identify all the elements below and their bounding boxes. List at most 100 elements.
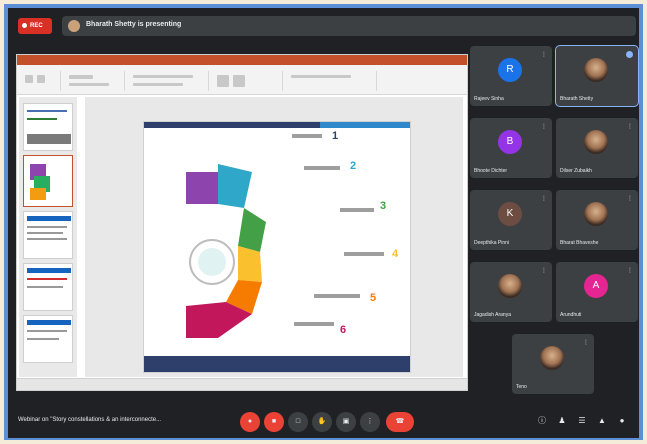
speaking-icon bbox=[626, 51, 633, 58]
paragraph-row bbox=[133, 83, 183, 86]
participant-name: Rajeev Sinha bbox=[474, 96, 504, 102]
slide-number-2: 2 bbox=[350, 160, 357, 172]
avatar: A bbox=[584, 274, 608, 298]
bottom-control-bar: Webinar on "Story constellations & an in… bbox=[8, 406, 639, 438]
raise-hand-button[interactable]: ✋ bbox=[312, 412, 332, 432]
avatar: B bbox=[498, 130, 522, 154]
participant-name: Arundhuti bbox=[560, 312, 582, 318]
cut-icon bbox=[37, 75, 45, 83]
avatar bbox=[584, 202, 608, 226]
ppt-title-bar bbox=[17, 55, 467, 65]
participant-tile[interactable]: A ⋮ Arundhuti bbox=[556, 262, 638, 322]
slide-text-block bbox=[294, 322, 334, 326]
people-icon[interactable]: ♟ bbox=[556, 415, 568, 427]
avatar bbox=[540, 346, 564, 370]
paste-icon bbox=[25, 75, 33, 83]
slide-number-1: 1 bbox=[332, 130, 339, 142]
slide-thumbnail-selected[interactable] bbox=[23, 155, 73, 207]
presenting-text: Bharath Shetty is presenting bbox=[86, 21, 182, 28]
slide-number-5: 5 bbox=[370, 292, 377, 304]
meet-window: REC Bharath Shetty is presenting 1 2 3 4… bbox=[8, 8, 639, 438]
ribbon-group bbox=[129, 71, 209, 91]
presenter-avatar bbox=[68, 20, 80, 32]
shared-screen[interactable]: 1 2 3 4 5 6 bbox=[16, 54, 468, 391]
avatar: R bbox=[498, 58, 522, 82]
mic-off-icon: ⋮ bbox=[627, 196, 633, 202]
ribbon-group bbox=[213, 71, 283, 91]
thumb-line bbox=[27, 320, 71, 325]
participant-name: Teno bbox=[516, 384, 527, 390]
slide-thumbnail[interactable] bbox=[23, 211, 73, 259]
thumb-line bbox=[27, 286, 63, 288]
presenting-banner[interactable]: Bharath Shetty is presenting bbox=[62, 16, 636, 36]
diagram-segments bbox=[186, 164, 266, 338]
thumb-line bbox=[27, 110, 67, 112]
participant-tile-active[interactable]: Bharath Shetty bbox=[555, 45, 639, 107]
recording-badge: REC bbox=[18, 18, 52, 34]
slide-number-3: 3 bbox=[380, 200, 387, 212]
captions-button[interactable]: □ bbox=[288, 412, 308, 432]
recording-dot-icon bbox=[22, 22, 27, 28]
activities-icon[interactable]: ▲ bbox=[596, 415, 608, 427]
thumb-line bbox=[27, 216, 71, 221]
avatar bbox=[498, 274, 522, 298]
participant-name: Bharath Shetty bbox=[560, 96, 594, 102]
slide-text-block bbox=[304, 166, 340, 170]
participant-tile[interactable]: R ⋮ Rajeev Sinha bbox=[470, 46, 552, 106]
info-icon[interactable]: ⓘ bbox=[536, 415, 548, 427]
participant-name: Jagadish Aranya bbox=[474, 312, 511, 318]
shapes-icon bbox=[217, 75, 229, 87]
participant-tile[interactable]: ⋮ Jagadish Aranya bbox=[470, 262, 552, 322]
thumb-line bbox=[27, 226, 67, 228]
slide-canvas: 1 2 3 4 5 6 bbox=[85, 97, 463, 377]
ppt-status-bar bbox=[17, 378, 467, 390]
avatar bbox=[584, 130, 608, 154]
slide-thumbnails bbox=[19, 97, 77, 377]
participant-tile[interactable]: K ⋮ Deepthika Pinni bbox=[470, 190, 552, 250]
leave-call-button[interactable]: ☎ bbox=[386, 412, 414, 432]
font-style-row bbox=[69, 83, 109, 86]
slide-header-accent bbox=[320, 122, 410, 128]
slide-thumbnail[interactable] bbox=[23, 103, 73, 151]
slide-text-block bbox=[292, 134, 322, 138]
paragraph-row bbox=[133, 75, 193, 78]
slide-text-block bbox=[340, 208, 374, 212]
more-options-button[interactable]: ⋮ bbox=[360, 412, 380, 432]
thumb-line bbox=[27, 118, 57, 120]
ribbon-group bbox=[65, 71, 125, 91]
participant-name: Deepthika Pinni bbox=[474, 240, 510, 246]
ppt-ribbon bbox=[17, 65, 467, 95]
slide-thumbnail[interactable] bbox=[23, 315, 73, 363]
recording-label: REC bbox=[30, 23, 43, 29]
slide-text-block bbox=[344, 252, 384, 256]
thumb-line bbox=[27, 268, 71, 273]
mic-toggle-button[interactable]: ● bbox=[240, 412, 260, 432]
present-button[interactable]: ▣ bbox=[336, 412, 356, 432]
participant-tile[interactable]: ⋮ Bharat Bhaveshe bbox=[556, 190, 638, 250]
mic-off-icon: ⋮ bbox=[627, 124, 633, 130]
thumb-image bbox=[27, 134, 71, 144]
lock-icon[interactable]: ● bbox=[616, 415, 628, 427]
ribbon-group bbox=[287, 71, 377, 91]
slide-footer-bar bbox=[144, 356, 410, 372]
slide-header-bar bbox=[144, 122, 410, 128]
mic-off-icon: ⋮ bbox=[583, 340, 589, 346]
font-box bbox=[69, 75, 93, 79]
editing-row bbox=[291, 75, 351, 78]
participant-name: Dilser Zubaikh bbox=[560, 168, 592, 174]
thumb-line bbox=[27, 278, 67, 280]
arrange-icon bbox=[233, 75, 245, 87]
slide-text-block bbox=[314, 294, 360, 298]
participant-tile[interactable]: B ⋮ Bhoote Dichter bbox=[470, 118, 552, 178]
thumb-line bbox=[27, 238, 67, 240]
participant-tile[interactable]: ⋮ Teno bbox=[512, 334, 594, 394]
slide-thumbnail[interactable] bbox=[23, 263, 73, 311]
mic-off-icon: ⋮ bbox=[541, 268, 547, 274]
participant-name: Bharat Bhaveshe bbox=[560, 240, 599, 246]
participant-tile[interactable]: ⋮ Dilser Zubaikh bbox=[556, 118, 638, 178]
thumb-shape bbox=[30, 188, 46, 200]
slide-number-4: 4 bbox=[392, 248, 399, 260]
slide-number-6: 6 bbox=[340, 324, 347, 336]
chat-icon[interactable]: ☰ bbox=[576, 415, 588, 427]
camera-toggle-button[interactable]: ■ bbox=[264, 412, 284, 432]
